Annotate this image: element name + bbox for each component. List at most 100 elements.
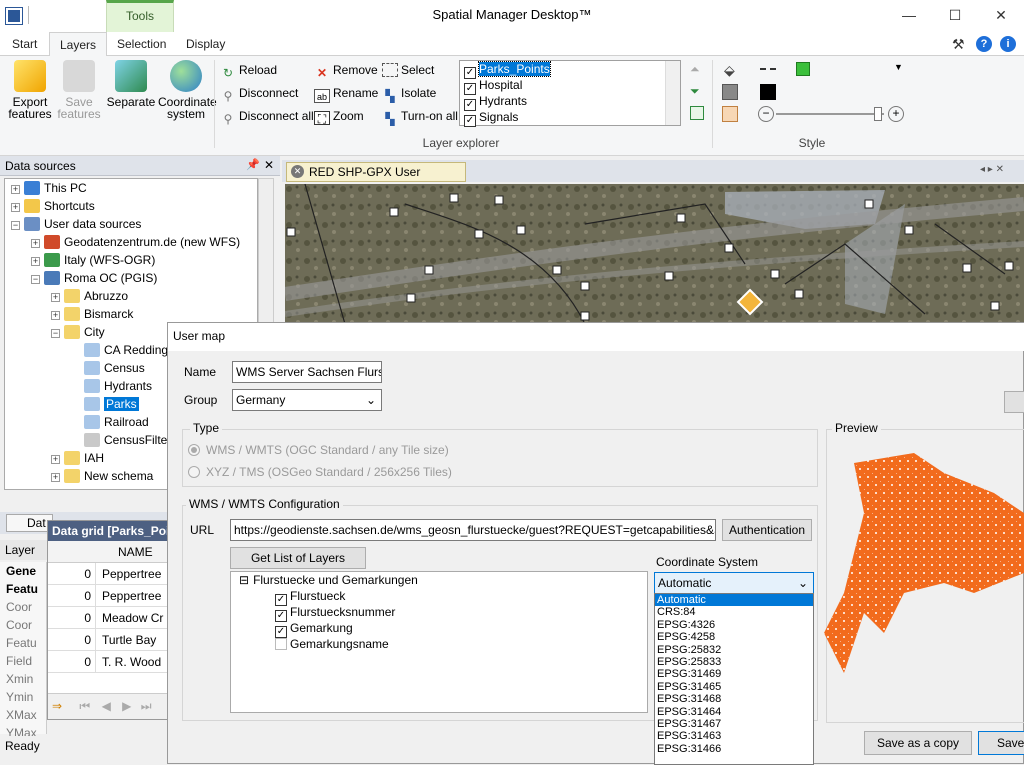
select-button[interactable]: Select (382, 60, 434, 80)
tab-selection[interactable]: Selection (107, 32, 176, 57)
tree-expander-icon[interactable] (71, 417, 80, 426)
layer-explorer-list[interactable]: ✓ Parks_Points ✓ Hospital ✓ Hydrants ✓ Signa… (459, 60, 681, 127)
wms-layers-tree[interactable]: ⊟ Flurstuecke und Gemarkungen ✓ Flurstueck ✓… (230, 571, 648, 713)
zoom-in-icon[interactable]: + (888, 106, 904, 122)
tree-expander-icon[interactable] (71, 363, 80, 372)
slider-thumb[interactable] (874, 107, 882, 121)
fill-color-swatch[interactable] (722, 84, 738, 100)
map-tab[interactable]: ✕ RED SHP-GPX User Symbols * (286, 162, 466, 197)
rename-button[interactable]: ab Rename (314, 83, 378, 103)
disconnect-button[interactable]: ⚲ Disconnect (220, 83, 299, 103)
layer-checkbox[interactable]: ✓ (464, 115, 476, 127)
tree-expander-icon[interactable]: + (11, 203, 20, 212)
wms-layer-checkbox[interactable] (275, 638, 287, 650)
tree-expander-icon[interactable] (71, 435, 80, 444)
cs-option[interactable]: EPSG:31465 (655, 681, 813, 693)
line-style-icon[interactable] (760, 68, 776, 84)
tree-expander-icon[interactable]: + (31, 257, 40, 266)
grid-navigator[interactable]: ⇒ ⏮ ◀ ▶ ⏭ (48, 693, 168, 719)
cs-option[interactable]: EPSG:4326 (655, 619, 813, 631)
close-button[interactable]: ✕ (978, 0, 1024, 32)
tree-node[interactable]: − User data sources (5, 215, 257, 233)
cs-option[interactable]: CRS:84 (655, 606, 813, 618)
type-wms-option[interactable]: WMS / WMTS (OGC Standard / any Tile size… (188, 443, 449, 457)
minimize-button[interactable]: — (886, 0, 932, 32)
tree-node[interactable]: + Shortcuts (5, 197, 257, 215)
symbol-icon[interactable] (796, 62, 810, 76)
table-row[interactable]: 0 Turtle Bay (48, 629, 168, 651)
grid-body[interactable]: 0 Peppertree 0 Peppertree 0 Meadow Cr 0 Turtle … (48, 563, 168, 673)
side-button[interactable] (1004, 391, 1024, 413)
separate-button[interactable]: Separate (106, 60, 156, 108)
panel-close-icon[interactable]: ✕ (264, 158, 274, 172)
layer-item[interactable]: ✓ Hydrants (460, 93, 680, 111)
tree-expander-icon[interactable]: + (11, 185, 20, 194)
table-row[interactable]: 0 Meadow Cr (48, 607, 168, 629)
layer-item[interactable]: ✓ Hospital (460, 77, 680, 95)
property-row[interactable]: Ymin (0, 688, 46, 706)
tree-expander-icon[interactable] (71, 399, 80, 408)
tree-expander-icon[interactable]: + (51, 473, 60, 482)
radio-wms[interactable] (188, 444, 200, 456)
wms-layer-item[interactable]: ✓ Flurstuecksnummer (231, 604, 647, 622)
property-row[interactable]: Gene (0, 562, 46, 580)
cs-dropdown-list[interactable]: Automatic CRS:84 EPSG:4326 EPSG:4258 EPSG:25… (654, 593, 814, 765)
data-grid-window[interactable]: Data grid [Parks_Points] NAME 0 Peppertre… (47, 520, 170, 720)
fill-bucket-icon[interactable]: ⬙ (724, 62, 740, 78)
wms-layer-item[interactable]: Gemarkungsname (231, 636, 647, 652)
zoom-out-icon[interactable]: − (758, 106, 774, 122)
data-tab[interactable]: Dat (6, 514, 53, 532)
property-row[interactable]: Xmin (0, 670, 46, 688)
move-down-icon[interactable]: ⏷ (690, 84, 704, 98)
turn-on-all-button[interactable]: ▚ Turn-on all (382, 106, 458, 126)
fill-bucket-alt-icon[interactable] (722, 106, 738, 122)
property-row[interactable]: Featu (0, 580, 46, 598)
nav-first-icon[interactable]: ⏮ (79, 699, 90, 713)
table-row[interactable]: 0 T. R. Wood (48, 651, 168, 673)
table-row[interactable]: 0 Peppertree (48, 585, 168, 607)
tree-expander-icon[interactable] (71, 345, 80, 354)
add-layer-icon[interactable] (690, 106, 704, 120)
cs-option[interactable]: EPSG:4258 (655, 631, 813, 643)
tab-display[interactable]: Display (176, 32, 235, 57)
property-row[interactable]: Field (0, 652, 46, 670)
save-button[interactable]: Save (978, 731, 1024, 755)
grid-col-name[interactable]: NAME (118, 545, 153, 559)
tab-scroll-icons[interactable]: ◂ ▸ ✕ (980, 164, 1004, 175)
save-features-button[interactable]: Save features (56, 60, 102, 120)
cs-option[interactable]: EPSG:31467 (655, 718, 813, 730)
export-features-button[interactable]: Export features (6, 60, 54, 120)
maximize-button[interactable]: ☐ (932, 0, 978, 32)
type-xyz-option[interactable]: XYZ / TMS (OSGeo Standard / 256x256 Tile… (188, 465, 452, 479)
tab-start[interactable]: Start (2, 32, 47, 57)
property-row[interactable]: Coor (0, 616, 46, 634)
tree-expander-icon[interactable]: + (51, 293, 60, 302)
pin-icon[interactable]: 📌 (246, 158, 260, 171)
wms-layer-item[interactable]: ⊟ Flurstuecke und Gemarkungen (231, 572, 647, 588)
tree-node[interactable]: + Bismarck (5, 305, 257, 323)
nav-next-icon[interactable]: ▶ (122, 699, 131, 713)
table-row[interactable]: 0 Peppertree (48, 563, 168, 585)
coordinate-system-button[interactable]: Coordinate system (158, 60, 217, 120)
name-input[interactable]: WMS Server Sachsen Flurstüc (232, 361, 382, 383)
tree-node[interactable]: + Abruzzo (5, 287, 257, 305)
tree-node[interactable]: − Roma OC (PGIS) (5, 269, 257, 287)
property-row[interactable]: XMax (0, 706, 46, 724)
tree-node[interactable]: + Geodatenzentrum.de (new WFS) (5, 233, 257, 251)
cs-option[interactable]: EPSG:31463 (655, 730, 813, 742)
get-list-of-layers-button[interactable]: Get List of Layers (230, 547, 366, 569)
tree-expander-icon[interactable]: + (51, 455, 60, 464)
tree-expander-icon[interactable]: − (31, 275, 40, 284)
stroke-color-swatch[interactable] (760, 84, 776, 100)
tree-expander-icon[interactable]: − (51, 329, 60, 338)
layer-item[interactable]: ✓ Parks_Points (460, 61, 680, 79)
tree-node[interactable]: + This PC (5, 179, 257, 197)
cs-option[interactable]: EPSG:31466 (655, 743, 813, 755)
tree-expander-icon[interactable] (71, 381, 80, 390)
zoom-button[interactable]: ⛶ Zoom (314, 106, 364, 126)
move-up-icon[interactable]: ⏶ (690, 62, 704, 76)
transparency-slider[interactable] (776, 113, 884, 115)
radio-xyz[interactable] (188, 466, 200, 478)
save-as-copy-button[interactable]: Save as a copy (864, 731, 972, 755)
cs-option[interactable]: EPSG:25832 (655, 644, 813, 656)
